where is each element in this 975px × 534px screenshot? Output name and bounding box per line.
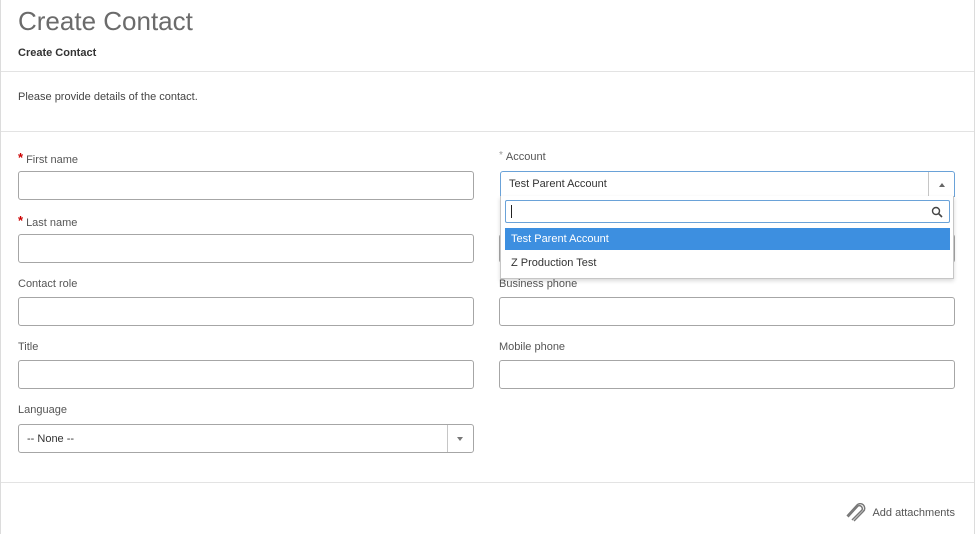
contact-role-input[interactable] — [18, 297, 474, 326]
account-dropdown: Test Parent Account Z Production Test — [500, 196, 954, 279]
business-phone-input[interactable] — [499, 297, 955, 326]
first-name-label: * First name — [18, 150, 79, 166]
contact-role-label: Contact role — [18, 278, 78, 290]
page-title: Create Contact — [18, 6, 193, 36]
account-select[interactable]: Test Parent Account — [500, 171, 955, 197]
last-name-label: * Last name — [18, 213, 78, 229]
title-label: Title — [18, 341, 39, 353]
form-description: Please provide details of the contact. — [18, 91, 198, 103]
add-attachments-label: Add attachments — [872, 507, 955, 519]
divider — [1, 71, 974, 72]
required-marker: * — [499, 150, 503, 161]
search-icon — [931, 206, 943, 218]
divider — [1, 482, 974, 483]
required-marker: * — [18, 213, 24, 228]
mobile-phone-input[interactable] — [499, 360, 955, 389]
add-attachments-button[interactable]: Add attachments — [844, 503, 955, 523]
required-marker: * — [18, 150, 24, 165]
text-cursor — [511, 205, 512, 218]
business-phone-label: Business phone — [499, 278, 578, 290]
account-option[interactable]: Z Production Test — [505, 252, 950, 274]
account-label: * Account — [499, 150, 546, 163]
last-name-input[interactable] — [18, 234, 474, 263]
first-name-input[interactable] — [18, 171, 474, 200]
title-input[interactable] — [18, 360, 474, 389]
language-select[interactable]: -- None -- — [18, 424, 474, 453]
paperclip-icon — [846, 503, 866, 522]
account-value: Test Parent Account — [509, 178, 607, 190]
language-label: Language — [18, 404, 67, 416]
language-value: -- None -- — [27, 433, 75, 445]
page-subtitle: Create Contact — [18, 47, 97, 59]
mobile-phone-label: Mobile phone — [499, 341, 566, 353]
chevron-down-icon[interactable] — [447, 425, 473, 452]
account-option[interactable]: Test Parent Account — [505, 228, 950, 250]
chevron-up-icon[interactable] — [928, 172, 954, 196]
account-search-input[interactable] — [505, 200, 950, 223]
divider — [1, 131, 974, 132]
